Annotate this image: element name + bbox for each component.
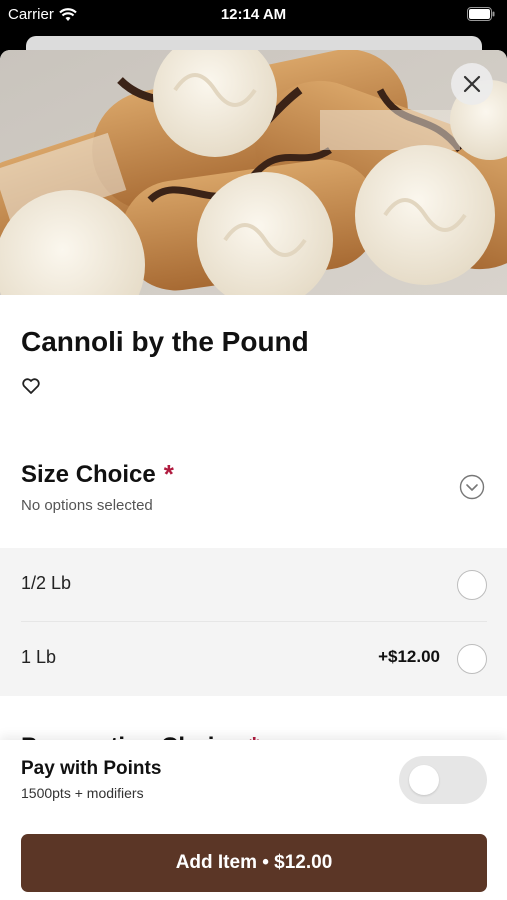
points-subtitle: 1500pts + modifiers [21,785,144,801]
required-mark: * [163,459,174,489]
points-toggle[interactable] [399,756,487,804]
size-choice-status: No options selected [21,497,153,514]
item-title: Cannoli by the Pound [21,326,309,357]
option-price: +$12.00 [378,647,440,666]
status-time: 12:14 AM [220,6,287,23]
size-choice-label: Size Choice [21,460,156,488]
add-item-button[interactable]: Add Item • $12.00 [21,834,487,892]
option-label: 1 Lb [21,647,57,667]
option-half-lb[interactable]: 1/2 Lb [0,548,507,622]
size-choice-title[interactable]: Size Choice * [21,459,174,490]
battery-icon [467,7,495,21]
radio-button[interactable] [457,644,487,674]
item-photo [0,50,507,295]
heart-outline-icon[interactable] [21,376,41,396]
close-icon [463,75,481,93]
size-options-list: 1/2 Lb 1 Lb +$12.00 [0,548,507,696]
status-bar: Carrier 12:14 AM [0,0,507,36]
points-title: Pay with Points [21,758,162,779]
toggle-knob [409,765,439,795]
chevron-down-circle-icon[interactable] [459,474,485,500]
item-detail-sheet: Cannoli by the Pound Size Choice * No op… [0,50,507,900]
checkout-panel: Pay with Points 1500pts + modifiers Add … [0,740,507,900]
option-label: 1/2 Lb [21,573,72,593]
close-button[interactable] [451,63,493,105]
radio-button[interactable] [457,570,487,600]
option-one-lb[interactable]: 1 Lb +$12.00 [0,622,507,696]
